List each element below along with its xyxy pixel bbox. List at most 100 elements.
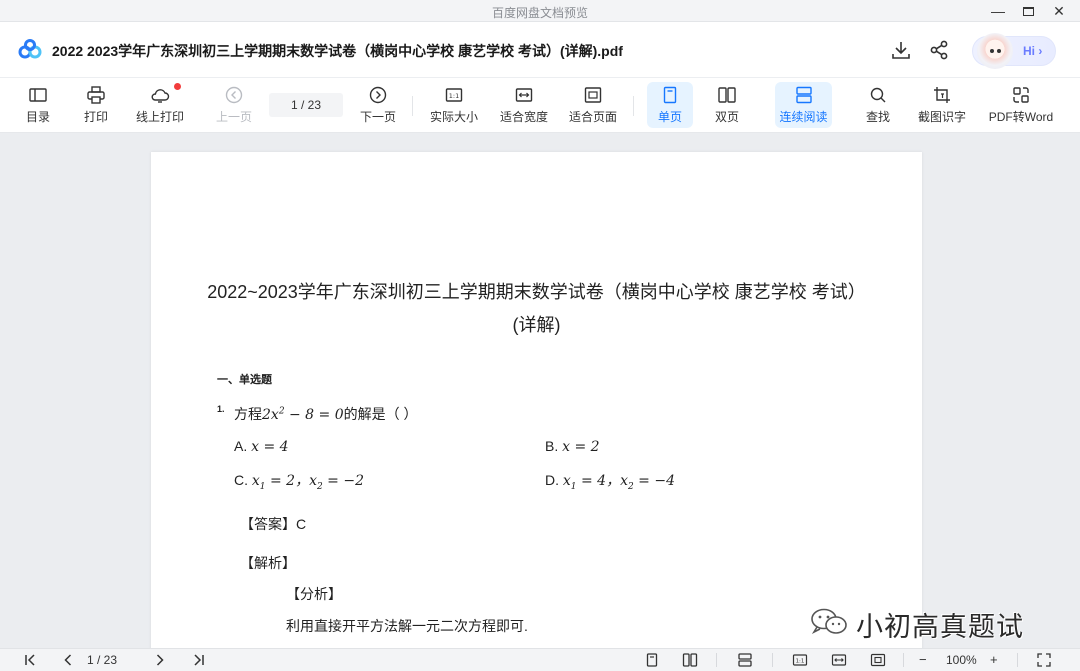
page-number-input[interactable]: 1 / 23 (269, 93, 343, 117)
status-bar: 1 / 23 1:1 − 100% + (0, 648, 1080, 671)
minimize-icon[interactable]: — (991, 1, 1005, 21)
question-text: 方程2x2 − 8 = 0的解是（ ） (234, 404, 418, 424)
online-print-button[interactable]: 线上打印 (134, 82, 186, 128)
continuous-scroll-icon (795, 86, 812, 104)
single-page-label: 单页 (657, 110, 682, 124)
online-print-label: 线上打印 (135, 110, 184, 124)
find-button[interactable]: 查找 (858, 82, 898, 128)
option-b: B. x = 2 (545, 438, 600, 455)
viewer-toolbar: 目录 打印 线上打印 上一页 1 / 23 下一页 1:1 实际大小 适合宽度 … (0, 78, 1080, 133)
actual-size-icon: 1:1 (445, 88, 463, 102)
toc-icon (29, 88, 47, 102)
status-divider (903, 653, 904, 667)
continuous-scroll-icon[interactable] (737, 652, 753, 668)
pdf-to-word-button[interactable]: PDF转Word (984, 82, 1058, 128)
section-heading: 一、单选题 (217, 374, 272, 386)
toc-button[interactable]: 目录 (20, 82, 56, 128)
actual-size-button[interactable]: 1:1 实际大小 (428, 82, 480, 128)
ocr-button[interactable]: 截图识字 (916, 82, 968, 128)
double-page-button[interactable]: 双页 (706, 82, 748, 128)
status-divider (1017, 653, 1018, 667)
double-page-label: 双页 (714, 110, 739, 124)
actual-size-icon[interactable]: 1:1 (792, 652, 808, 668)
next-page-button[interactable]: 下一页 (357, 82, 399, 128)
search-icon (870, 87, 886, 103)
question-suffix: 的解是（ ） (343, 406, 418, 422)
assistant-label: Hi › (1023, 44, 1043, 58)
wechat-watermark: 小初高真题试卷 (808, 604, 1048, 642)
pdf-to-word-label: PDF转Word (988, 110, 1054, 124)
prev-page-label: 上一页 (215, 110, 252, 124)
fit-width-icon (515, 88, 533, 102)
download-icon[interactable] (890, 39, 912, 61)
continuous-label: 连续阅读 (779, 110, 828, 124)
assistant-avatar (977, 33, 1013, 69)
share-icon[interactable] (928, 39, 950, 61)
answer-line: 【答案】C (240, 516, 307, 532)
fullscreen-icon[interactable] (1036, 652, 1052, 668)
status-divider (716, 653, 717, 667)
double-page-icon[interactable] (682, 652, 698, 668)
document-viewport[interactable]: 2022~2023学年广东深圳初三上学期期末数学试卷（横岗中心学校 康艺学校 考… (0, 134, 1080, 648)
window-controls: — ✕ (991, 1, 1066, 21)
watermark-text: 小初高真题试卷 (856, 612, 1024, 642)
fit-page-icon[interactable] (870, 652, 886, 668)
wechat-icon (811, 608, 847, 634)
prev-page-icon[interactable] (60, 652, 76, 668)
svg-text:1:1: 1:1 (796, 659, 805, 665)
single-page-icon[interactable] (644, 652, 660, 668)
option-a: A. x = 4 (234, 438, 289, 455)
print-label: 打印 (83, 110, 108, 124)
document-header: 2022 2023学年广东深圳初三上学期期末数学试卷（横岗中心学校 康艺学校 考… (0, 22, 1080, 78)
zoom-out-button[interactable]: − (919, 652, 927, 668)
next-page-icon[interactable] (152, 652, 168, 668)
cloud-print-icon (151, 89, 170, 103)
print-button[interactable]: 打印 (78, 82, 114, 128)
notification-badge (174, 83, 181, 90)
first-page-icon[interactable] (22, 652, 38, 668)
prev-page-button[interactable]: 上一页 (212, 82, 256, 128)
find-label: 查找 (865, 110, 890, 124)
document-title: 2022 2023学年广东深圳初三上学期期末数学试卷（横岗中心学校 康艺学校 考… (52, 43, 623, 59)
fit-width-icon[interactable] (831, 652, 847, 668)
fit-page-button[interactable]: 适合页面 (567, 82, 619, 128)
last-page-icon[interactable] (191, 652, 207, 668)
ai-assistant-button[interactable]: Hi › (972, 33, 1056, 69)
document-heading-line2: (详解) (512, 315, 561, 335)
ocr-label: 截图识字 (917, 110, 966, 124)
analysis-text: 利用直接开平方法解一元二次方程即可. (286, 618, 528, 634)
fit-page-label: 适合页面 (568, 110, 617, 124)
document-heading-line1: 2022~2023学年广东深圳初三上学期期末数学试卷（横岗中心学校 康艺学校 考… (207, 282, 866, 302)
single-page-button[interactable]: 单页 (647, 82, 693, 128)
convert-icon (1013, 87, 1029, 103)
chevron-right-icon: › (1038, 44, 1043, 58)
zoom-in-button[interactable]: + (990, 652, 998, 668)
status-divider (772, 653, 773, 667)
option-d: D. x1 = 4，x2 = −4 (545, 472, 675, 492)
maximize-icon[interactable] (1023, 7, 1034, 16)
toc-label: 目录 (25, 110, 50, 124)
continuous-reading-button[interactable]: 连续阅读 (775, 82, 832, 128)
question-prefix: 方程 (234, 406, 262, 422)
fit-width-button[interactable]: 适合宽度 (498, 82, 550, 128)
printer-icon (87, 86, 105, 104)
fit-width-label: 适合宽度 (499, 110, 548, 124)
status-page-indicator[interactable]: 1 / 23 (87, 653, 117, 667)
chevron-left-circle-icon (225, 86, 243, 104)
actual-size-label: 实际大小 (429, 110, 478, 124)
pdf-page: 2022~2023学年广东深圳初三上学期期末数学试卷（横岗中心学校 康艺学校 考… (151, 152, 922, 648)
window-titlebar: 百度网盘文档预览 — ✕ (0, 0, 1080, 22)
toolbar-divider (412, 96, 413, 116)
baidu-netdisk-logo (18, 39, 42, 59)
close-icon[interactable]: ✕ (1052, 1, 1066, 21)
question-equation: 2x2 − 8 = 0 (262, 406, 344, 423)
option-c: C. x1 = 2，x2 = −2 (234, 472, 364, 492)
svg-text:1:1: 1:1 (449, 92, 459, 100)
question-number: 1. (217, 404, 225, 414)
chevron-right-circle-icon (369, 86, 387, 104)
zoom-level[interactable]: 100% (946, 653, 977, 667)
analysis-heading: 【解析】 (240, 555, 296, 571)
screenshot-ocr-icon (934, 87, 950, 103)
single-page-icon (663, 86, 677, 104)
next-page-label: 下一页 (359, 110, 396, 124)
